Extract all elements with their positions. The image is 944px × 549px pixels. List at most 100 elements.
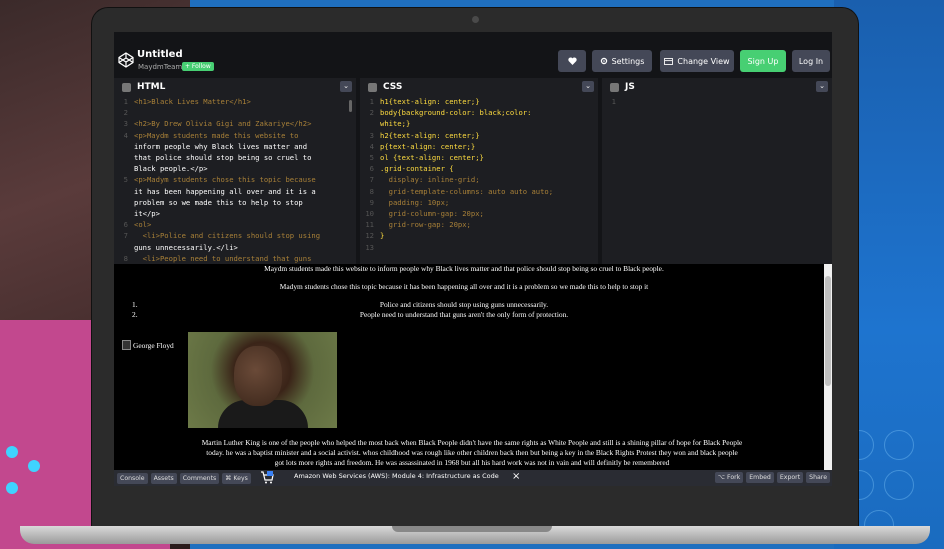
html-code-line[interactable]: guns unnecessarily.</li> <box>114 242 356 253</box>
html-code-line[interactable]: 6 <ol> <box>114 219 356 230</box>
html-code-line[interactable]: 2 <box>114 107 356 118</box>
html-code-line[interactable]: 4 <p>Maydm students made this website to <box>114 130 356 141</box>
keys-button[interactable]: ⌘ Keys <box>222 472 251 484</box>
line-number <box>114 186 134 197</box>
css-code-line[interactable]: 3 h2{text-align: center;} <box>360 130 598 141</box>
team-name[interactable]: MaydmTeam <box>138 63 182 71</box>
html-code-line[interactable]: 7 <li>Police and citizens should stop us… <box>114 230 356 241</box>
html-code-line[interactable]: that police should stop being so cruel t… <box>114 152 356 163</box>
line-number: 2 <box>369 108 374 118</box>
css-pane-title: CSS <box>383 82 403 92</box>
css-code-editor[interactable]: 1 h1{text-align: center;} 2 body{background… <box>360 96 598 264</box>
css-code-line[interactable]: 4 p{text-align: center;} <box>360 141 598 152</box>
css-pane[interactable]: CSS ⌄ 1 h1{text-align: center;} 2 body{back… <box>360 78 598 264</box>
html-settings-icon[interactable] <box>122 82 131 92</box>
css-code-line[interactable]: 1 h1{text-align: center;} <box>360 96 598 107</box>
pen-title[interactable]: Untitled <box>137 49 183 60</box>
js-settings-icon[interactable] <box>610 82 619 92</box>
line-number <box>114 242 134 253</box>
line-number: 3 <box>369 130 374 140</box>
js-dropdown-icon[interactable]: ⌄ <box>816 81 828 92</box>
preview-frame[interactable]: Maydm students made this website to info… <box>114 264 832 470</box>
html-code-line[interactable]: problem so we made this to help to stop <box>114 197 356 208</box>
code-text: h1{text-align: center;} <box>380 97 480 106</box>
js-code-editor[interactable]: 1 <box>602 96 832 264</box>
line-number: 6 <box>123 220 128 230</box>
css-code-line[interactable]: 6 .grid-container { <box>360 163 598 174</box>
html-dropdown-icon[interactable]: ⌄ <box>340 81 352 92</box>
fork-button[interactable]: ⌥ Fork <box>714 472 744 483</box>
html-code-line[interactable]: it has been happening all over and it is… <box>114 186 356 197</box>
code-text: white;} <box>380 119 411 129</box>
html-code-line[interactable]: Black people.</p> <box>114 163 356 174</box>
code-text: grid-column-gap: 20px; <box>380 209 484 219</box>
preview-paragraph-1: Maydm students made this website to info… <box>264 264 664 273</box>
assets-button[interactable]: Assets <box>150 472 177 484</box>
js-code-line[interactable]: 1 <box>602 96 832 107</box>
comments-button[interactable]: Comments <box>179 472 220 484</box>
ad-close-icon[interactable]: × <box>512 471 520 482</box>
share-button[interactable]: Share <box>806 472 830 483</box>
code-text: p{text-align: center;} <box>380 141 476 151</box>
line-number <box>360 118 380 129</box>
cart-icon[interactable] <box>260 471 274 484</box>
export-button[interactable]: Export <box>776 472 804 483</box>
css-code-line[interactable]: 2 body{background-color: black;color: <box>360 107 598 118</box>
html-code-line[interactable]: it</p> <box>114 208 356 219</box>
portrait-photo <box>188 332 337 428</box>
code-text: <h2>By Drew Olivia Gigi and Zakariye</h2… <box>134 119 312 129</box>
list-item-1: Police and citizens should stop using gu… <box>379 300 549 309</box>
background-dots <box>6 446 46 506</box>
codepen-logo-icon[interactable] <box>118 52 134 68</box>
footer-actions: ⌥ Fork Embed Export Share <box>712 472 830 483</box>
console-button[interactable]: Console <box>117 472 148 484</box>
settings-button[interactable]: Settings <box>592 50 652 72</box>
line-number: 1 <box>123 97 128 106</box>
code-text: } <box>380 231 385 241</box>
css-code-line[interactable]: 11 grid-row-gap: 20px; <box>360 219 598 230</box>
line-number <box>114 163 134 174</box>
html-code-editor[interactable]: 1 <h1>Black Lives Matter</h1> 2 3 <h2>By Dre… <box>114 96 356 264</box>
code-text: problem so we made this to help to stop <box>134 197 303 207</box>
css-dropdown-icon[interactable]: ⌄ <box>582 81 594 92</box>
preview-paragraph-2: Madym students chose this topic because … <box>279 282 649 291</box>
image-alt-text: George Floyd <box>133 340 174 350</box>
css-code-line[interactable]: white;} <box>360 118 598 129</box>
html-scrollbar[interactable] <box>349 100 352 112</box>
broken-image: George Floyd <box>122 340 174 350</box>
code-text: Black people.</p> <box>134 164 208 174</box>
css-code-line[interactable]: 5 ol {text-align: center;} <box>360 152 598 163</box>
editor-area: HTML ⌄ 1 <h1>Black Lives Matter</h1> 2 3 <h2… <box>114 78 832 264</box>
html-code-line[interactable]: inform people why Black lives matter and <box>114 141 356 152</box>
login-button[interactable]: Log In <box>792 50 830 72</box>
webcam <box>472 16 479 23</box>
css-code-line[interactable]: 12} <box>360 230 598 241</box>
line-number: 13 <box>365 242 374 252</box>
html-code-line[interactable]: 3 <h2>By Drew Olivia Gigi and Zakariye</h… <box>114 118 356 129</box>
change-view-button[interactable]: Change View <box>660 50 734 72</box>
html-pane[interactable]: HTML ⌄ 1 <h1>Black Lives Matter</h1> 2 3 <h2… <box>114 78 356 264</box>
code-text: h2{text-align: center;} <box>380 130 480 140</box>
code-text: it has been happening all over and it is… <box>134 186 316 196</box>
css-code-line[interactable]: 10 grid-column-gap: 20px; <box>360 208 598 219</box>
code-text: <ol> <box>134 220 152 230</box>
embed-button[interactable]: Embed <box>746 472 774 483</box>
js-pane[interactable]: JS ⌄ 1 <box>602 78 832 264</box>
follow-button[interactable]: + Follow <box>182 62 214 71</box>
preview-scrollbar-thumb[interactable] <box>825 276 831 386</box>
html-code-line[interactable]: 1 <h1>Black Lives Matter</h1> <box>114 96 356 107</box>
css-code-line[interactable]: 8 grid-template-columns: auto auto auto; <box>360 186 598 197</box>
mlk-text-line-2: today. he was a baptist minister and a s… <box>206 448 738 457</box>
css-code-line[interactable]: 9 padding: 10px; <box>360 197 598 208</box>
css-code-line[interactable]: 7 display: inline-grid; <box>360 174 598 185</box>
html-code-line[interactable]: 5 <p>Madym students chose this topic beca… <box>114 174 356 185</box>
signup-button[interactable]: Sign Up <box>740 50 786 72</box>
ad-banner-text[interactable]: Amazon Web Services (AWS): Module 4: Inf… <box>294 472 499 480</box>
html-code-line[interactable]: 8 <li>People need to understand that gun… <box>114 253 356 264</box>
css-settings-icon[interactable] <box>368 82 377 92</box>
css-code-line[interactable]: 13 <box>360 242 598 253</box>
code-text: <h1>Black Lives Matter</h1> <box>134 97 251 106</box>
js-pane-title: JS <box>625 82 635 92</box>
heart-button[interactable] <box>558 50 586 72</box>
heart-icon <box>567 57 577 65</box>
